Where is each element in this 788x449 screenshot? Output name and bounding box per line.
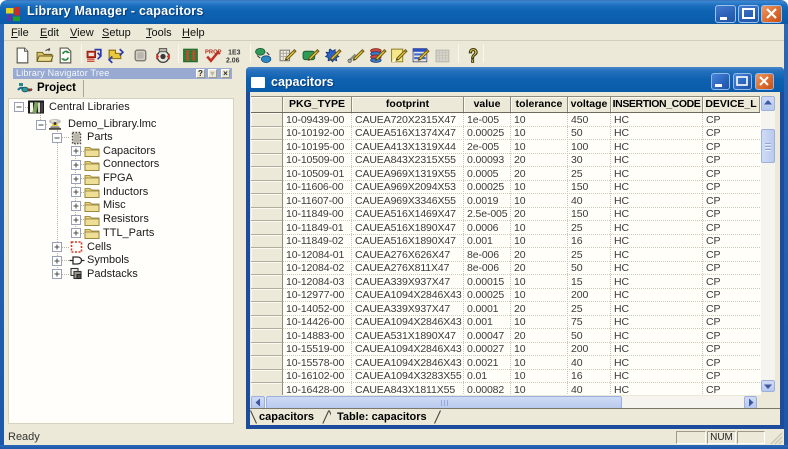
svg-text:1E3: 1E3	[228, 49, 240, 56]
svg-text:2.06: 2.06	[226, 57, 240, 64]
